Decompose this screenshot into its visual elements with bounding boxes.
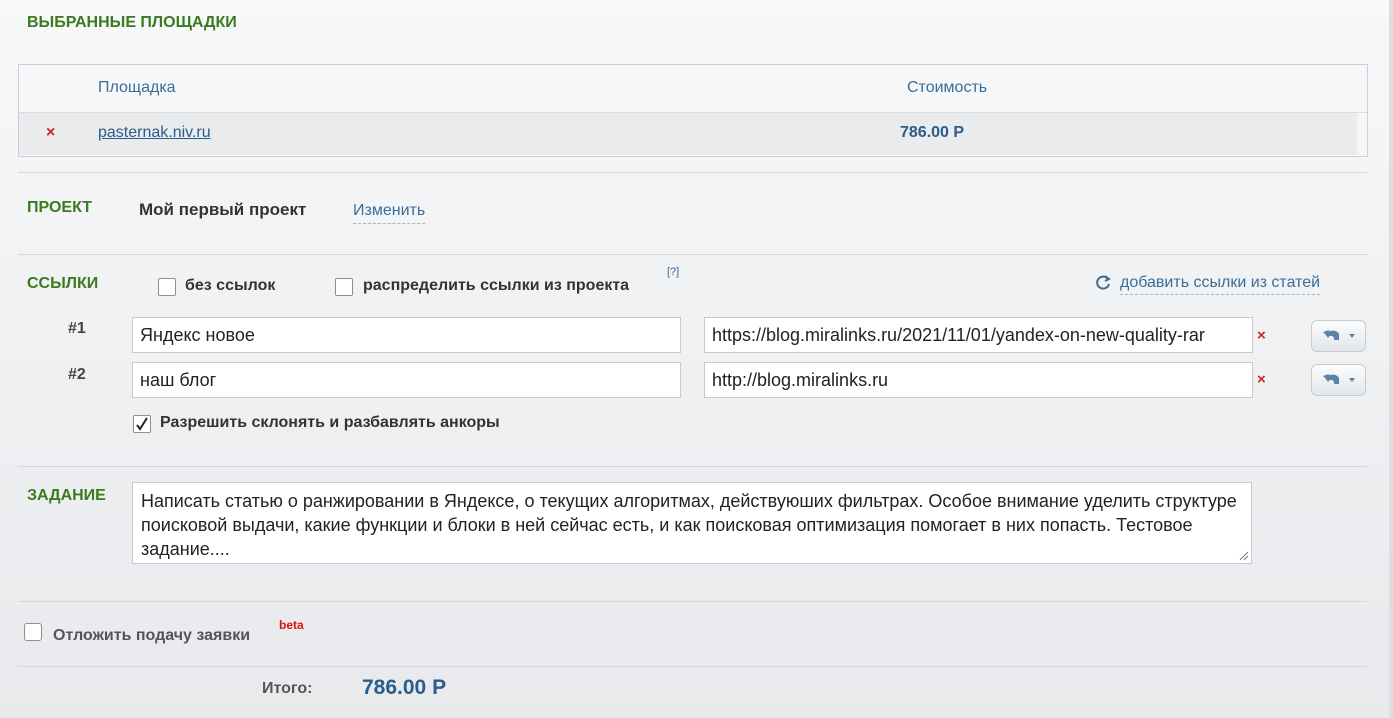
chevron-down-icon — [1349, 334, 1355, 338]
divider — [18, 254, 1367, 255]
total-value: 786.00 Р — [362, 676, 447, 699]
chevron-down-icon — [1349, 378, 1355, 382]
remove-link-icon[interactable]: × — [1257, 371, 1266, 388]
url-input[interactable]: http://blog.miralinks.ru — [704, 362, 1253, 398]
url-input[interactable]: https://blog.miralinks.ru/2021/11/01/yan… — [704, 317, 1253, 353]
beta-badge: beta — [279, 618, 304, 632]
postpone-checkbox[interactable] — [24, 623, 42, 641]
undo-dropdown-button[interactable] — [1311, 320, 1366, 352]
checkmark-icon — [136, 417, 148, 431]
task-title: ЗАДАНИЕ — [27, 487, 106, 504]
task-textarea[interactable]: Написать статью о ранжировании в Яндексе… — [132, 482, 1252, 564]
distribute-links-label: распределить ссылки из проекта — [363, 277, 630, 294]
help-link[interactable]: [?] — [667, 266, 679, 278]
distribute-links-checkbox[interactable] — [335, 278, 353, 296]
project-title: ПРОЕКТ — [27, 199, 93, 216]
allow-inflect-label: Разрешить склонять и разбавлять анкоры — [160, 414, 500, 431]
link-number: #1 — [68, 320, 86, 337]
selected-platforms-title: ВЫБРАННЫЕ ПЛОЩАДКИ — [27, 14, 237, 31]
column-header-site: Площадка — [98, 79, 176, 96]
page-scrollbar[interactable] — [1389, 0, 1393, 718]
undo-icon — [1323, 374, 1355, 384]
remove-link-icon[interactable]: × — [1257, 327, 1266, 344]
project-name: Мой первый проект — [139, 200, 307, 219]
divider — [18, 666, 1367, 667]
column-header-cost: Стоимость — [907, 79, 988, 96]
no-links-checkbox[interactable] — [158, 278, 176, 296]
table-header: Площадка Стоимость — [19, 65, 1367, 113]
allow-inflect-checkbox[interactable] — [133, 415, 151, 433]
total-label: Итого: — [262, 680, 313, 697]
link-number: #2 — [68, 366, 86, 383]
site-link[interactable]: pasternak.niv.ru — [98, 124, 211, 142]
remove-site-icon[interactable]: × — [46, 124, 55, 142]
divider — [18, 172, 1367, 173]
change-project-link[interactable]: Изменить — [353, 202, 426, 224]
site-price: 786.00 Р — [900, 124, 965, 141]
resize-handle-icon[interactable] — [1239, 551, 1249, 561]
anchor-input[interactable]: Яндекс новое — [132, 317, 681, 353]
add-links-from-articles[interactable]: добавить ссылки из статей — [1120, 274, 1321, 295]
undo-dropdown-button[interactable] — [1311, 364, 1366, 396]
selected-platforms-table: Площадка Стоимость × pasternak.niv.ru 78… — [18, 64, 1368, 157]
table-row: × pasternak.niv.ru 786.00 Р — [19, 113, 1357, 155]
divider — [18, 601, 1367, 602]
no-links-label: без ссылок — [185, 277, 276, 294]
postpone-label: Отложить подачу заявки — [53, 627, 251, 644]
refresh-icon[interactable] — [1095, 275, 1111, 291]
divider — [18, 466, 1367, 467]
links-title: ССЫЛКИ — [27, 275, 99, 292]
anchor-input[interactable]: наш блог — [132, 362, 681, 398]
undo-icon — [1323, 330, 1355, 340]
task-text: Написать статью о ранжировании в Яндексе… — [141, 491, 1237, 559]
